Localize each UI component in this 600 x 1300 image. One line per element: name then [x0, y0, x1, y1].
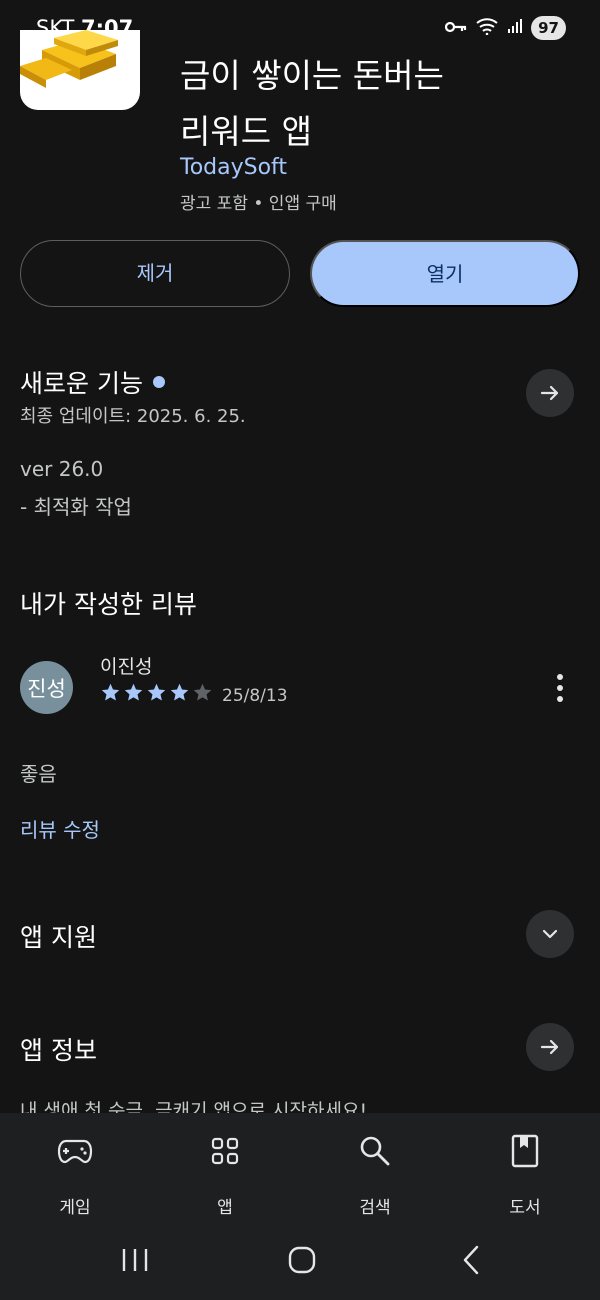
release-notes: - 최적화 작업: [20, 495, 132, 519]
reviewer-name: 이진성: [100, 656, 153, 678]
gold-bars-icon: [20, 30, 118, 88]
chevron-down-icon: [542, 929, 558, 939]
app-info-title: 앱 정보: [20, 1036, 97, 1065]
system-nav-bar: [0, 1230, 600, 1290]
star-empty-icon: [193, 683, 212, 701]
uninstall-button[interactable]: 제거: [20, 240, 290, 307]
nav-item-games[interactable]: 게임: [25, 1131, 125, 1218]
star-filled-icon: [147, 683, 166, 701]
whats-new-title-text: 새로운 기능: [20, 369, 143, 398]
status-right: 97: [445, 16, 566, 40]
app-title-line2: 리워드 앱: [180, 112, 312, 151]
app-support-title: 앱 지원: [20, 923, 97, 952]
my-review-title: 내가 작성한 리뷰: [20, 590, 197, 619]
vpn-key-icon: [445, 19, 467, 38]
nav-label-games: 게임: [59, 1198, 91, 1218]
nav-label-search: 검색: [359, 1198, 391, 1218]
search-icon: [325, 1131, 425, 1171]
battery-indicator: 97: [531, 16, 566, 40]
edit-review-link[interactable]: 리뷰 수정: [20, 814, 100, 843]
nav-item-search[interactable]: 검색: [325, 1131, 425, 1218]
bottom-nav: 게임 앱 검색 도서: [0, 1113, 600, 1300]
app-support-expand-button[interactable]: [526, 910, 574, 958]
nav-item-books[interactable]: 도서: [475, 1131, 575, 1218]
more-options-icon[interactable]: [548, 670, 572, 706]
version-text: ver 26.0: [20, 457, 104, 481]
home-icon[interactable]: [284, 1242, 320, 1278]
star-filled-icon: [170, 683, 189, 701]
nav-item-apps[interactable]: 앱: [175, 1131, 275, 1218]
nav-label-apps: 앱: [217, 1198, 233, 1218]
book-icon: [475, 1131, 575, 1171]
review-date: 25/8/13: [222, 686, 288, 706]
avatar: 진성: [20, 661, 73, 714]
app-icon: [20, 30, 140, 110]
nav-label-books: 도서: [509, 1198, 541, 1218]
last-updated: 최종 업데이트: 2025. 6. 25.: [20, 406, 246, 427]
developer-link[interactable]: TodaySoft: [180, 155, 287, 180]
apps-grid-icon: [175, 1131, 275, 1171]
whats-new-arrow-button[interactable]: [526, 369, 574, 417]
wifi-icon: [475, 17, 499, 39]
arrow-right-icon: [540, 385, 559, 401]
new-indicator-dot: [152, 376, 165, 388]
recent-apps-icon[interactable]: [118, 1242, 152, 1278]
app-meta: 광고 포함 • 인앱 구매: [180, 194, 337, 214]
star-filled-icon: [101, 683, 120, 701]
gamepad-icon: [25, 1131, 125, 1171]
open-button[interactable]: 열기: [310, 240, 580, 307]
app-title-line1: 금이 쌓이는 돈버는: [180, 56, 444, 95]
whats-new-title: 새로운 기능: [20, 364, 165, 400]
arrow-right-icon: [540, 1039, 559, 1055]
star-rating: [100, 682, 213, 703]
review-text: 좋음: [20, 762, 57, 786]
signal-icon: [507, 18, 523, 38]
app-info-arrow-button[interactable]: [526, 1023, 574, 1071]
back-icon[interactable]: [456, 1242, 486, 1278]
star-filled-icon: [124, 683, 143, 701]
app-title: 금이 쌓이는 돈버는 리워드 앱: [180, 48, 580, 160]
